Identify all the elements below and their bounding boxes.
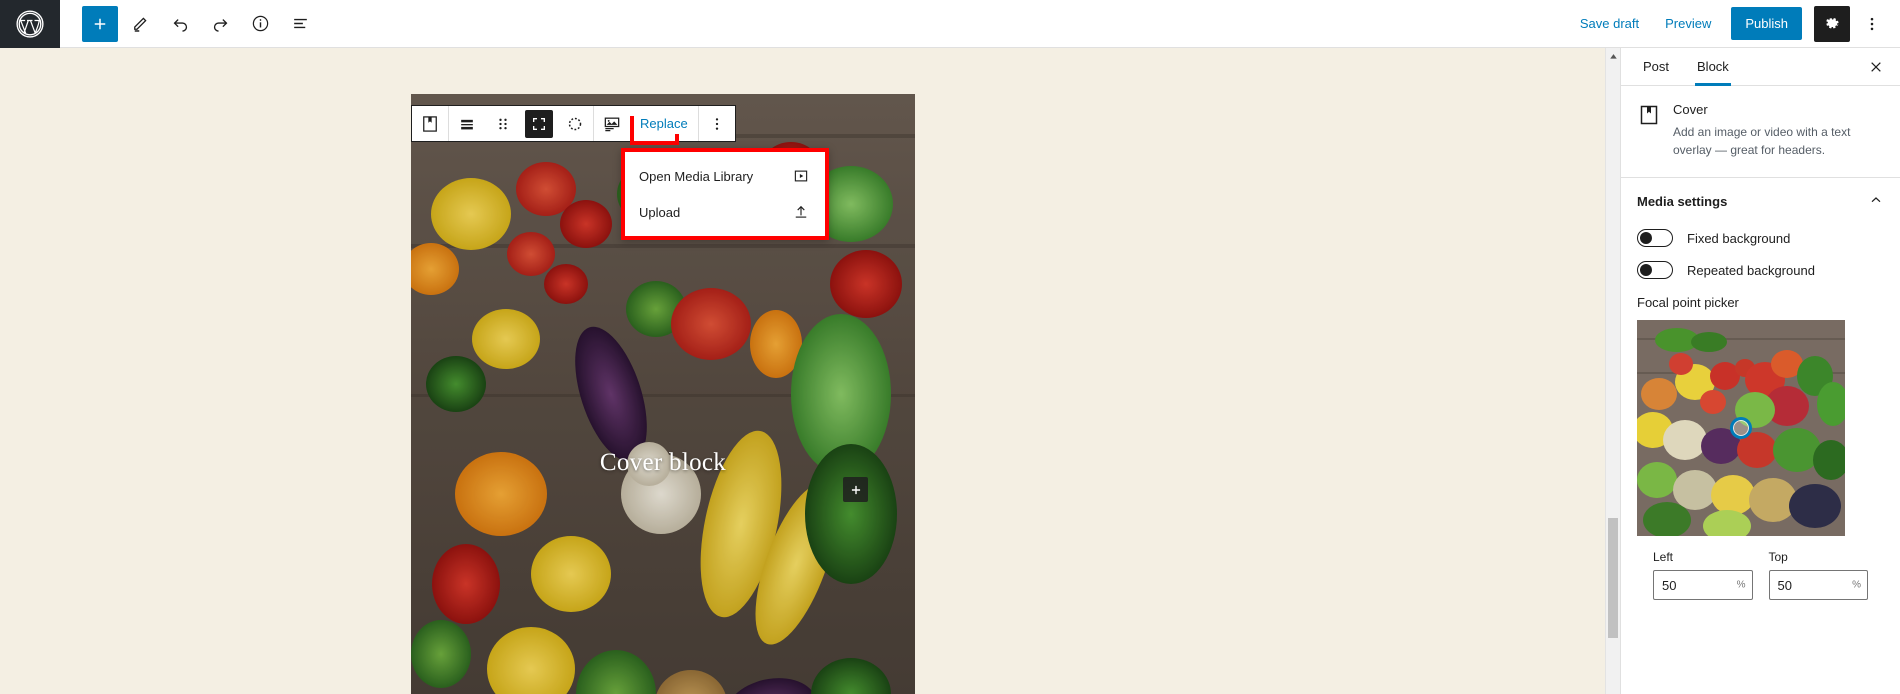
redo-button[interactable] xyxy=(202,6,238,42)
focal-point-left-input-wrapper: % xyxy=(1653,570,1753,600)
toggle-knob xyxy=(1640,264,1652,276)
scrollbar-up-arrow-icon[interactable] xyxy=(1606,48,1620,64)
block-settings-sidebar: Post Block Cover Add an image or video w… xyxy=(1620,48,1900,694)
media-replace-group: Replace xyxy=(594,106,698,145)
undo-button[interactable] xyxy=(162,6,198,42)
cover-block-icon xyxy=(1637,103,1661,127)
toggle-row-fixed-background: Fixed background xyxy=(1621,225,1900,257)
more-options-vertical-dots-icon[interactable] xyxy=(1854,6,1890,42)
tab-post[interactable]: Post xyxy=(1629,48,1683,85)
toggle-label-fixed-background: Fixed background xyxy=(1687,230,1791,246)
save-draft-button[interactable]: Save draft xyxy=(1568,7,1651,40)
list-view-button[interactable] xyxy=(282,6,318,42)
add-block-button[interactable] xyxy=(82,5,118,42)
media-library-icon xyxy=(791,166,811,186)
editor-vertical-scrollbar[interactable] xyxy=(1605,48,1620,694)
sidebar-block-info: Cover Add an image or video with a text … xyxy=(1621,86,1900,178)
focal-point-top-input-wrapper: % xyxy=(1768,570,1868,600)
focal-point-field-left: Left % xyxy=(1653,550,1753,600)
focal-point-picker-section: Focal point picker Left 50 % Top 50 % xyxy=(1621,289,1900,600)
sidebar-tabs: Post Block xyxy=(1621,48,1900,86)
focal-point-top-input[interactable] xyxy=(1768,570,1868,600)
top-bar-left-tools xyxy=(60,5,318,42)
toggle-label-repeated-background: Repeated background xyxy=(1687,262,1815,278)
sidebar-close-x-icon[interactable] xyxy=(1858,48,1894,85)
details-button[interactable] xyxy=(242,6,278,42)
block-more-options-vertical-dots-icon[interactable] xyxy=(699,106,735,141)
wordpress-block-editor: Save draft Preview Publish Cover block R… xyxy=(0,0,1900,694)
sidebar-block-title: Cover xyxy=(1673,102,1708,117)
cover-block-icon-button[interactable] xyxy=(412,106,448,141)
replace-button-wrapper: Replace xyxy=(630,113,698,145)
replace-dropdown-menu: Open Media Library Upload xyxy=(621,148,829,240)
align-icon-button[interactable] xyxy=(449,106,485,141)
menu-item-label: Upload xyxy=(639,204,681,220)
upload-arrow-icon xyxy=(791,202,811,222)
top-bar-right-actions: Save draft Preview Publish xyxy=(1568,5,1900,42)
preview-button[interactable]: Preview xyxy=(1653,7,1723,40)
drag-dots-icon-button[interactable] xyxy=(485,106,521,141)
editor-top-bar: Save draft Preview Publish xyxy=(0,0,1900,48)
focal-point-left-input[interactable] xyxy=(1653,570,1753,600)
focal-point-fields: Left % Top % xyxy=(1637,536,1884,600)
scrollbar-thumb[interactable] xyxy=(1608,518,1618,638)
menu-item-label: Open Media Library xyxy=(639,168,754,184)
editor-canvas: Cover block Replace Open Media Library U… xyxy=(0,48,1605,694)
editor-body: Cover block Replace Open Media Library U… xyxy=(0,48,1900,694)
canvas-scroll-area: Cover block Replace Open Media Library U… xyxy=(0,48,1605,694)
replace-button[interactable]: Replace xyxy=(634,113,694,134)
focal-point-picker-image[interactable] xyxy=(1637,320,1845,536)
block-controls-group xyxy=(449,106,593,141)
content-position-dashed-circle-icon-button[interactable] xyxy=(557,106,593,141)
focal-point-left-label: Left xyxy=(1653,550,1674,564)
toggle-repeated-background[interactable] xyxy=(1637,261,1673,279)
media-settings-panel-header[interactable]: Media settings xyxy=(1621,178,1900,225)
settings-gear-icon[interactable] xyxy=(1814,5,1850,42)
cover-block-title[interactable]: Cover block xyxy=(411,449,915,477)
block-appender-plus-icon[interactable] xyxy=(843,477,868,502)
tab-block[interactable]: Block xyxy=(1683,48,1743,86)
block-toolbar: Replace xyxy=(411,105,736,145)
focal-point-marker[interactable] xyxy=(1730,417,1752,439)
toggle-row-repeated-background: Repeated background xyxy=(1621,257,1900,289)
focal-point-picker-label: Focal point picker xyxy=(1637,295,1739,310)
wordpress-logo-icon[interactable] xyxy=(0,0,60,48)
sidebar-block-description: Add an image or video with a text overla… xyxy=(1673,125,1851,157)
full-width-expand-icon-button[interactable] xyxy=(525,109,553,138)
media-settings-title: Media settings xyxy=(1637,194,1728,209)
focal-point-field-top: Top % xyxy=(1768,550,1868,600)
toggle-knob xyxy=(1640,232,1652,244)
focal-point-top-label: Top xyxy=(1768,550,1788,564)
block-type-group xyxy=(412,106,448,141)
image-media-icon-button[interactable] xyxy=(594,106,630,141)
publish-button[interactable]: Publish xyxy=(1731,7,1802,40)
menu-item-open-media-library[interactable]: Open Media Library xyxy=(625,158,825,194)
edit-tool-button[interactable] xyxy=(122,6,158,42)
sidebar-block-text: Cover Add an image or video with a text … xyxy=(1673,102,1884,159)
menu-item-upload[interactable]: Upload xyxy=(625,194,825,230)
chevron-up-icon xyxy=(1868,192,1884,211)
toggle-fixed-background[interactable] xyxy=(1637,229,1673,247)
